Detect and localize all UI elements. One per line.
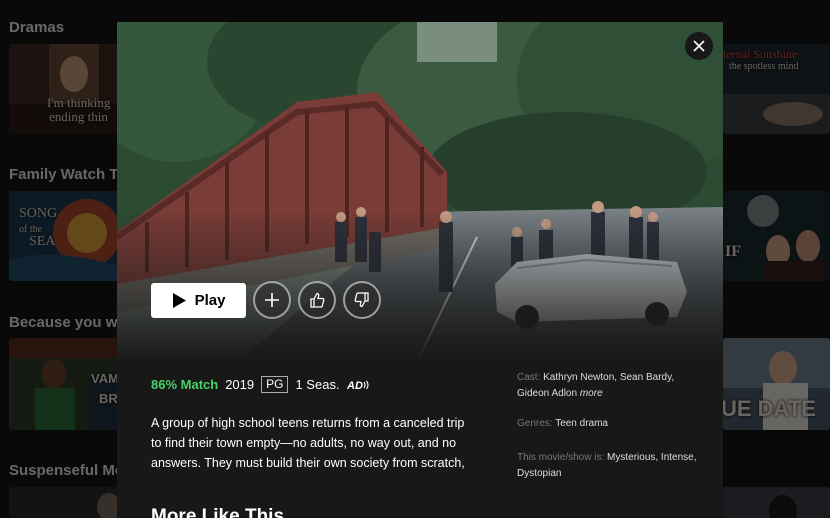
tile-dramas-2[interactable]: ternal Sunshine the spotless mind <box>723 44 830 134</box>
row-title-dramas: Dramas <box>9 19 65 36</box>
cast-label: Cast: <box>517 372 541 383</box>
play-button[interactable]: Play <box>151 282 246 318</box>
info-right-column: Cast: Kathryn Newton, Sean Bardy, Gideon… <box>517 370 707 496</box>
tile-caption: IF <box>725 243 741 260</box>
tile-because-2[interactable]: UE DATE <box>723 338 830 430</box>
close-button[interactable] <box>685 32 713 60</box>
play-button-label: Play <box>194 291 226 309</box>
close-icon <box>693 40 705 52</box>
tile-caption: the spotless mind <box>729 61 799 72</box>
mood-label: This movie/show is: <box>517 452 605 463</box>
tile-suspenseful-2[interactable] <box>723 487 830 518</box>
action-bar: Play <box>151 281 381 319</box>
thumbs-down-button[interactable] <box>343 281 381 319</box>
audio-description-icon: AD <box>347 379 371 391</box>
cast-more-link[interactable]: more <box>580 388 603 399</box>
tile-caption: SEA <box>29 234 56 249</box>
svg-text:AD: AD <box>347 380 363 391</box>
thumbs-up-button[interactable] <box>298 281 336 319</box>
mood-info: This movie/show is: Mysterious, Intense,… <box>517 450 707 482</box>
tile-caption: I'm thinking <box>47 95 111 110</box>
match-score: 86% Match <box>151 377 219 392</box>
tile-caption: UE DATE <box>723 396 816 421</box>
title-details-modal: Play 86% Match 2019 PG 1 Seas. AD A grou… <box>117 22 723 518</box>
more-like-this-heading: More Like This <box>151 506 285 518</box>
hero-image: Play <box>117 22 723 362</box>
play-icon <box>172 292 186 308</box>
genres-value[interactable]: Teen drama <box>555 418 608 429</box>
thumbs-down-icon <box>354 292 370 308</box>
tile-family-1[interactable]: SONG of the SEA <box>9 191 119 281</box>
season-count: 1 Seas. <box>295 377 340 392</box>
add-to-list-button[interactable] <box>253 281 291 319</box>
tile-dramas-1[interactable]: I'm thinking ending thin <box>9 44 119 134</box>
tile-family-2[interactable]: IF <box>723 191 830 281</box>
thumbs-up-icon <box>309 292 325 308</box>
cast-info: Cast: Kathryn Newton, Sean Bardy, Gideon… <box>517 370 707 402</box>
plus-icon <box>264 292 280 308</box>
meta-line: 86% Match 2019 PG 1 Seas. AD <box>151 376 471 393</box>
genres-info: Genres: Teen drama <box>517 416 707 432</box>
tile-caption: VAM <box>91 371 119 386</box>
tile-caption: ending thin <box>49 109 108 124</box>
synopsis: A group of high school teens returns fro… <box>151 416 465 470</box>
release-year: 2019 <box>225 377 255 392</box>
tile-suspenseful-1[interactable] <box>9 487 119 518</box>
info-left-column: 86% Match 2019 PG 1 Seas. AD A group of … <box>151 376 471 473</box>
maturity-rating: PG <box>261 376 289 393</box>
tile-because-1[interactable]: VAM BR <box>9 338 119 430</box>
genres-label: Genres: <box>517 418 553 429</box>
tile-caption: BR <box>99 391 118 406</box>
tile-caption: SONG <box>19 206 58 221</box>
